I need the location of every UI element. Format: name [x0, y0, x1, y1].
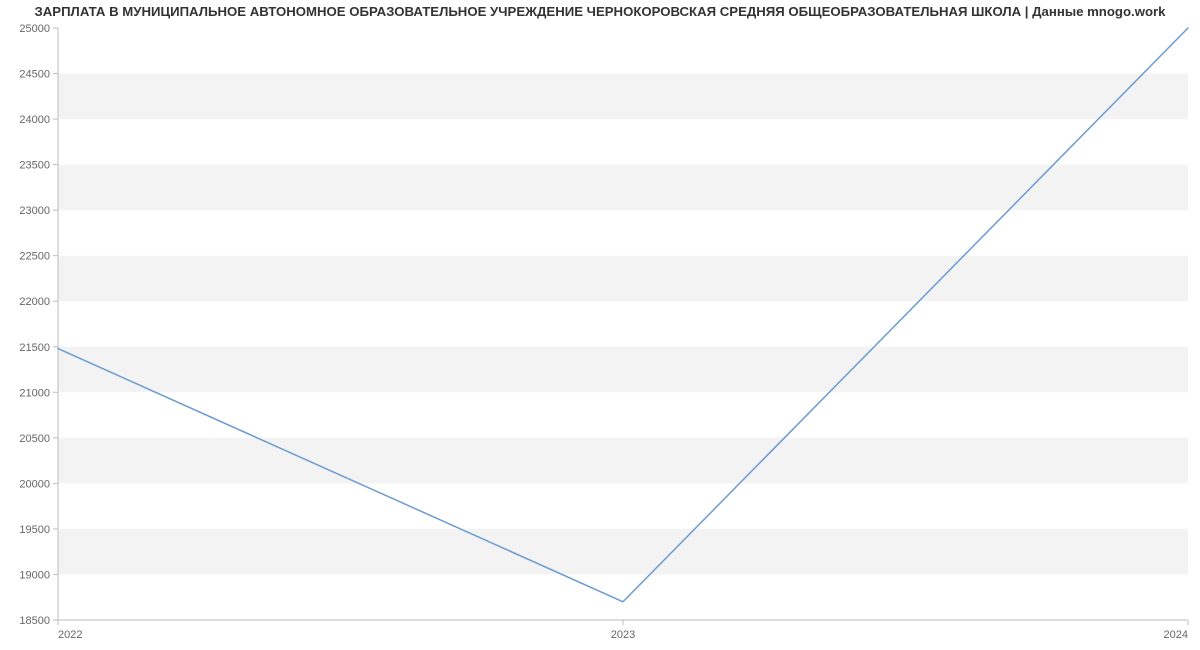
- y-tick-label: 25000: [19, 23, 50, 35]
- y-tick-label: 21000: [19, 387, 50, 399]
- y-tick-label: 19000: [19, 569, 50, 581]
- y-tick-label: 20000: [19, 478, 50, 490]
- x-tick-label: 2024: [1164, 629, 1188, 641]
- y-tick-label: 24500: [19, 69, 50, 81]
- y-tick-label: 22500: [19, 251, 50, 263]
- y-tick-label: 23500: [19, 160, 50, 172]
- y-tick-label: 22000: [19, 296, 50, 308]
- y-tick-label: 19500: [19, 524, 50, 536]
- y-tick-label: 21500: [19, 342, 50, 354]
- y-tick-label: 18500: [19, 615, 50, 627]
- x-tick-label: 2022: [58, 629, 82, 641]
- grid-band: [58, 347, 1188, 393]
- y-tick-label: 23000: [19, 205, 50, 217]
- grid-band: [58, 165, 1188, 211]
- salary-line-chart: ЗАРПЛАТА В МУНИЦИПАЛЬНОЕ АВТОНОМНОЕ ОБРА…: [0, 0, 1200, 650]
- grid-band: [58, 74, 1188, 120]
- chart-svg: 18500 19000 19500 20000 20500 21000 21500 22000…: [0, 0, 1200, 650]
- y-tick-label: 24000: [19, 114, 50, 126]
- y-tick-label: 20500: [19, 433, 50, 445]
- chart-title: ЗАРПЛАТА В МУНИЦИПАЛЬНОЕ АВТОНОМНОЕ ОБРА…: [0, 4, 1200, 19]
- grid-band: [58, 529, 1188, 575]
- grid-band: [58, 256, 1188, 302]
- x-tick-label: 2023: [611, 629, 635, 641]
- grid-band: [58, 438, 1188, 484]
